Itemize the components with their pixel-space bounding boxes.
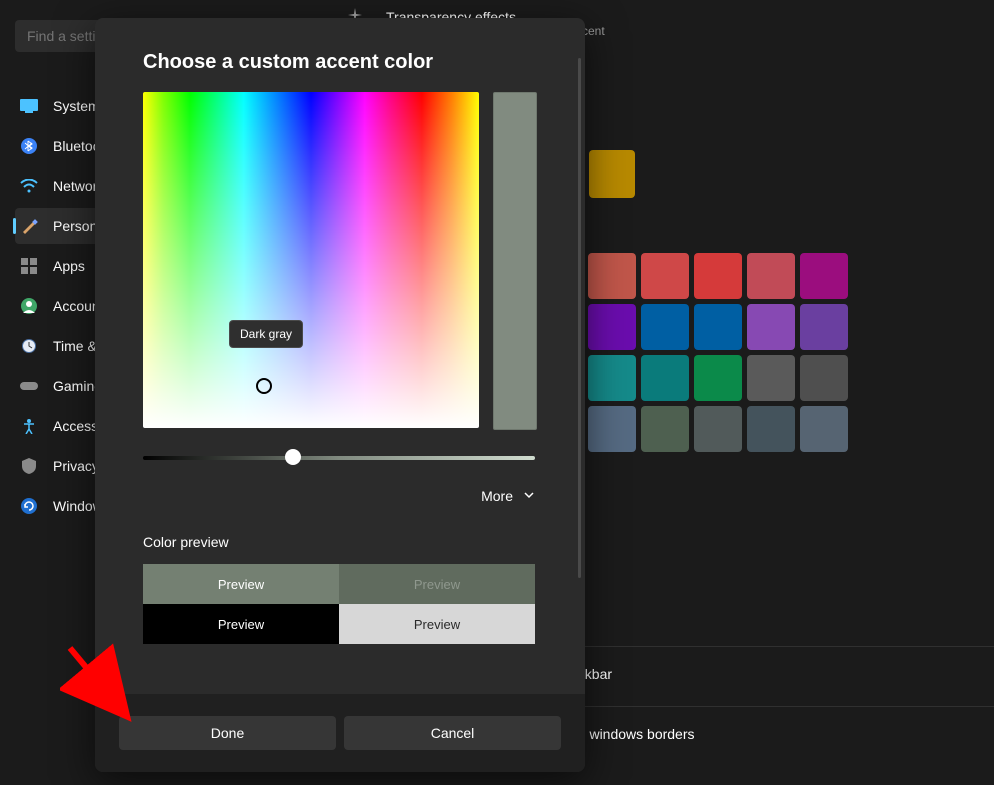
setting-start-taskbar[interactable]: askbar: [570, 648, 994, 700]
clock-icon: [19, 336, 39, 356]
custom-accent-color-dialog: Choose a custom accent color Dark gray M…: [95, 18, 585, 772]
more-label: More: [481, 488, 513, 504]
windows-color-swatch[interactable]: [588, 355, 636, 401]
shield-icon: [19, 456, 39, 476]
setting-label-partial: nd windows borders: [570, 726, 695, 742]
preview-cell: Preview: [143, 604, 339, 644]
chevron-down-icon: [523, 489, 535, 504]
windows-color-swatch[interactable]: [747, 355, 795, 401]
windows-color-swatch[interactable]: [694, 406, 742, 452]
windows-color-swatch[interactable]: [588, 253, 636, 299]
windows-color-swatch[interactable]: [694, 304, 742, 350]
sidebar-item-label: Apps: [53, 258, 85, 274]
done-button[interactable]: Done: [119, 716, 336, 750]
gamepad-icon: [19, 376, 39, 396]
dialog-footer: Done Cancel: [95, 694, 585, 772]
value-slider-thumb[interactable]: [285, 449, 301, 465]
preview-cell: Preview: [339, 604, 535, 644]
accessibility-icon: [19, 416, 39, 436]
apps-icon: [19, 256, 39, 276]
windows-color-swatch[interactable]: [641, 406, 689, 452]
value-slider[interactable]: [143, 456, 535, 460]
divider: [570, 706, 994, 707]
cancel-button[interactable]: Cancel: [344, 716, 561, 750]
setting-title-borders[interactable]: nd windows borders: [570, 708, 994, 760]
dialog-title: Choose a custom accent color: [143, 51, 537, 74]
more-toggle[interactable]: More: [143, 488, 535, 504]
picker-cursor[interactable]: [256, 378, 272, 394]
update-icon: [19, 496, 39, 516]
preview-cell: Preview: [339, 564, 535, 604]
color-preview-label: Color preview: [143, 534, 537, 550]
divider: [570, 646, 994, 647]
recent-color-swatch[interactable]: [589, 150, 635, 198]
dialog-scrollbar[interactable]: [578, 58, 581, 578]
sidebar-item-label: System: [53, 98, 100, 114]
windows-color-swatch[interactable]: [800, 304, 848, 350]
windows-color-swatch[interactable]: [641, 253, 689, 299]
wifi-icon: [19, 176, 39, 196]
display-icon: [19, 96, 39, 116]
person-icon: [19, 296, 39, 316]
windows-color-swatch[interactable]: [694, 253, 742, 299]
color-spectrum-picker[interactable]: Dark gray: [143, 92, 479, 428]
windows-color-swatch[interactable]: [641, 304, 689, 350]
windows-color-swatch[interactable]: [588, 304, 636, 350]
bluetooth-icon: [19, 136, 39, 156]
windows-color-swatch[interactable]: [641, 355, 689, 401]
windows-color-swatch[interactable]: [694, 355, 742, 401]
preview-cell: Preview: [143, 564, 339, 604]
windows-color-swatch[interactable]: [800, 355, 848, 401]
selected-color-preview-strip: [493, 92, 537, 430]
windows-color-swatch[interactable]: [588, 406, 636, 452]
accent-caption-partial: cent: [582, 24, 605, 38]
color-preview-grid: Preview Preview Preview Preview: [143, 564, 535, 644]
windows-color-swatch[interactable]: [800, 253, 848, 299]
paintbrush-icon: [19, 216, 39, 236]
windows-color-swatch[interactable]: [800, 406, 848, 452]
windows-color-swatch[interactable]: [747, 304, 795, 350]
color-tooltip: Dark gray: [229, 320, 303, 348]
windows-color-swatch[interactable]: [747, 253, 795, 299]
windows-color-swatch[interactable]: [747, 406, 795, 452]
